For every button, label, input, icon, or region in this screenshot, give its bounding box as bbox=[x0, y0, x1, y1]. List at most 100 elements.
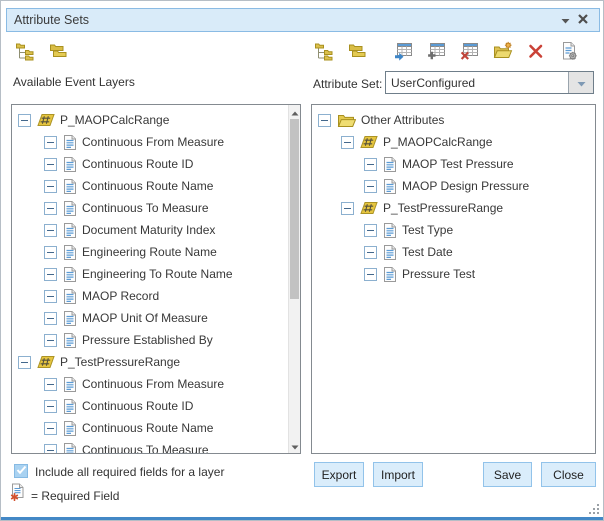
expand-all-button[interactable] bbox=[15, 43, 35, 63]
field-doc-icon bbox=[63, 134, 77, 151]
include-required-checkbox[interactable] bbox=[14, 464, 28, 478]
tree-item[interactable]: MAOP Unit Of Measure bbox=[12, 307, 300, 329]
tree-item[interactable]: Continuous From Measure bbox=[12, 373, 300, 395]
collapse-minus-icon[interactable] bbox=[44, 290, 57, 303]
collapse-minus-icon[interactable] bbox=[44, 444, 57, 455]
collapse-minus-icon[interactable] bbox=[44, 378, 57, 391]
window-close-button[interactable] bbox=[574, 11, 592, 29]
tree-item-label: Test Type bbox=[402, 223, 453, 237]
tree-item-label: Continuous To Measure bbox=[82, 443, 209, 454]
scroll-up-button[interactable] bbox=[289, 106, 300, 118]
left-toolbar bbox=[15, 43, 68, 63]
collapse-minus-icon[interactable] bbox=[341, 136, 354, 149]
tree-item[interactable]: Engineering Route Name bbox=[12, 241, 300, 263]
tree-item-label: Continuous From Measure bbox=[82, 135, 224, 149]
collapse-minus-icon[interactable] bbox=[364, 158, 377, 171]
collapse-minus-icon[interactable] bbox=[364, 268, 377, 281]
tree-item[interactable]: Continuous Route Name bbox=[12, 175, 300, 197]
collapse-minus-icon[interactable] bbox=[318, 114, 331, 127]
tree-item[interactable]: Pressure Test bbox=[312, 263, 595, 285]
scroll-thumb[interactable] bbox=[290, 119, 299, 299]
collapse-minus-icon[interactable] bbox=[364, 180, 377, 193]
collapse-minus-icon[interactable] bbox=[44, 136, 57, 149]
collapse-minus-icon[interactable] bbox=[44, 334, 57, 347]
tree-item[interactable]: MAOP Record bbox=[12, 285, 300, 307]
add-attribute-set-button[interactable] bbox=[427, 43, 447, 63]
tree-item-label: Continuous From Measure bbox=[82, 377, 224, 391]
scroll-down-button[interactable] bbox=[289, 440, 300, 452]
table-remove-icon bbox=[460, 41, 480, 66]
field-doc-icon bbox=[383, 244, 397, 261]
tree-item[interactable]: Test Type bbox=[312, 219, 595, 241]
tree-item-label: MAOP Record bbox=[82, 289, 159, 303]
right-toolbar bbox=[314, 43, 579, 63]
expand-all-button[interactable] bbox=[314, 43, 334, 63]
collapse-minus-icon[interactable] bbox=[44, 224, 57, 237]
collapse-minus-icon[interactable] bbox=[44, 158, 57, 171]
table-go-icon bbox=[394, 41, 414, 66]
window-title: Attribute Sets bbox=[14, 13, 89, 27]
delete-attribute-set-button[interactable] bbox=[526, 43, 546, 63]
field-doc-icon bbox=[63, 222, 77, 239]
collapse-minus-icon[interactable] bbox=[44, 268, 57, 281]
tree-item-label: Pressure Test bbox=[402, 267, 475, 281]
combo-dropdown-button[interactable] bbox=[568, 72, 593, 93]
tree-item-label: Continuous Route Name bbox=[82, 421, 213, 435]
tree-item[interactable]: P_MAOPCalcRange bbox=[312, 131, 595, 153]
tree-item[interactable]: Continuous From Measure bbox=[12, 131, 300, 153]
tree-item[interactable]: MAOP Design Pressure bbox=[312, 175, 595, 197]
collapse-minus-icon[interactable] bbox=[364, 224, 377, 237]
collapse-minus-icon[interactable] bbox=[18, 114, 31, 127]
import-button[interactable]: Import bbox=[373, 462, 423, 487]
tree-item-label: P_TestPressureRange bbox=[60, 355, 180, 369]
collapse-all-button[interactable] bbox=[48, 43, 68, 63]
title-bar[interactable]: Attribute Sets bbox=[6, 8, 600, 32]
collapse-minus-icon[interactable] bbox=[44, 202, 57, 215]
tree-item[interactable]: Continuous Route Name bbox=[12, 417, 300, 439]
field-doc-icon bbox=[383, 222, 397, 239]
field-doc-icon bbox=[63, 288, 77, 305]
tree-item[interactable]: Document Maturity Index bbox=[12, 219, 300, 241]
folders-collapse-icon bbox=[347, 41, 367, 66]
resize-grip[interactable] bbox=[589, 504, 600, 515]
collapse-minus-icon[interactable] bbox=[44, 422, 57, 435]
window-bottom-edge bbox=[1, 517, 603, 520]
tree-item[interactable]: Test Date bbox=[312, 241, 595, 263]
collapse-minus-icon[interactable] bbox=[44, 400, 57, 413]
collapse-minus-icon[interactable] bbox=[18, 356, 31, 369]
tree-item[interactable]: Continuous To Measure bbox=[12, 197, 300, 219]
tree-item[interactable]: P_MAOPCalcRange bbox=[12, 109, 300, 131]
tree-item[interactable]: MAOP Test Pressure bbox=[312, 153, 595, 175]
attribute-set-panel: Other AttributesP_MAOPCalcRangeMAOP Test… bbox=[311, 104, 596, 454]
add-layer-to-set-button[interactable] bbox=[394, 43, 414, 63]
tree-item[interactable]: Other Attributes bbox=[312, 109, 595, 131]
window-collapse-button[interactable] bbox=[556, 11, 574, 29]
attribute-set-properties-button[interactable] bbox=[559, 43, 579, 63]
export-button[interactable]: Export bbox=[314, 462, 364, 487]
tree-item[interactable]: Continuous Route ID bbox=[12, 395, 300, 417]
collapse-minus-icon[interactable] bbox=[44, 312, 57, 325]
tree-item[interactable]: P_TestPressureRange bbox=[312, 197, 595, 219]
tree-item[interactable]: Continuous Route ID bbox=[12, 153, 300, 175]
field-doc-icon bbox=[63, 266, 77, 283]
attribute-set-combobox[interactable]: UserConfigured bbox=[385, 71, 594, 94]
tree-item[interactable]: Pressure Established By bbox=[12, 329, 300, 351]
tree-item[interactable]: P_TestPressureRange bbox=[12, 351, 300, 373]
collapse-all-button[interactable] bbox=[347, 43, 367, 63]
tree-item[interactable]: Engineering To Route Name bbox=[12, 263, 300, 285]
new-attribute-set-button[interactable] bbox=[493, 43, 513, 63]
attribute-set-label: Attribute Set: bbox=[313, 77, 382, 91]
left-panel-scrollbar[interactable] bbox=[288, 105, 300, 453]
collapse-minus-icon[interactable] bbox=[44, 246, 57, 259]
remove-attribute-set-button[interactable] bbox=[460, 43, 480, 63]
tree-expand-icon bbox=[15, 41, 35, 66]
tree-item[interactable]: Continuous To Measure bbox=[12, 439, 300, 454]
available-layers-panel: P_MAOPCalcRange Continuous From Measure Co… bbox=[11, 104, 301, 454]
chevron-down-icon bbox=[577, 74, 586, 92]
collapse-minus-icon[interactable] bbox=[364, 246, 377, 259]
close-button[interactable]: Close bbox=[541, 462, 596, 487]
save-button[interactable]: Save bbox=[483, 462, 532, 487]
field-doc-icon bbox=[63, 178, 77, 195]
collapse-minus-icon[interactable] bbox=[341, 202, 354, 215]
collapse-minus-icon[interactable] bbox=[44, 180, 57, 193]
